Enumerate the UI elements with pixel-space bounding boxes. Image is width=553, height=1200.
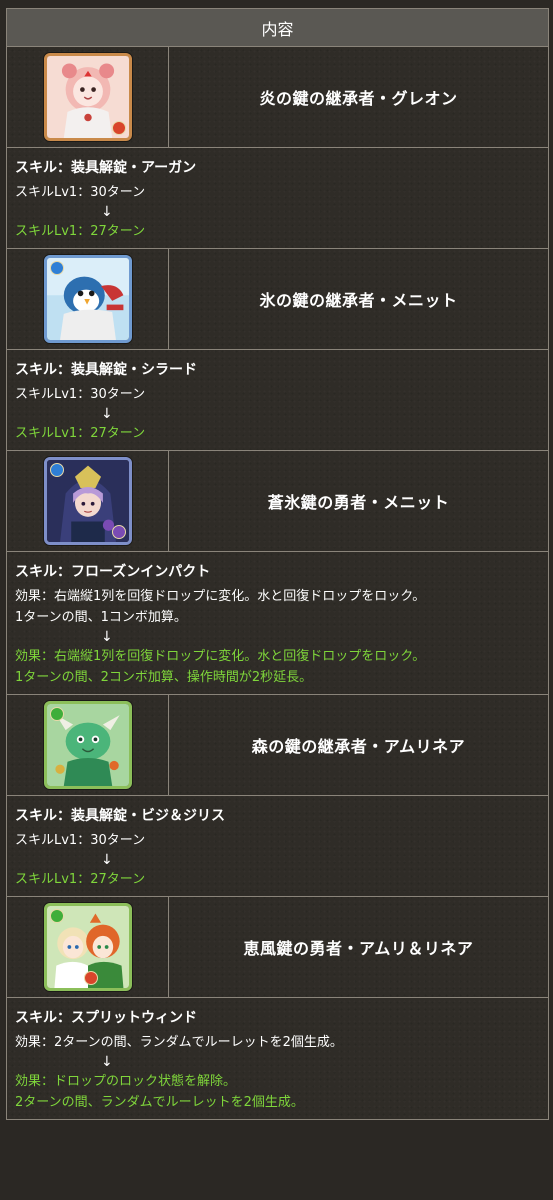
character-name: 恵風鍵の勇者・アムリ＆リネア	[243, 939, 474, 958]
wood-attribute-icon	[49, 909, 64, 923]
wood-fire-twins-portrait-icon[interactable]	[43, 903, 132, 991]
icon-cell	[7, 249, 169, 349]
character-name: 森の鍵の継承者・アムリネア	[251, 737, 466, 756]
fire-lion-portrait-icon[interactable]	[43, 53, 132, 141]
skill-change-table: 内容 炎の鍵の継承者・グレオン スキル：装具解錠・アーガン スキルLv1：30タ…	[6, 8, 549, 1120]
skill-after: 2ターンの間、ランダムでルーレットを2個生成。	[15, 1095, 304, 1110]
character-row: 森の鍵の継承者・アムリネア	[7, 695, 548, 796]
change-arrow: ↓	[101, 852, 113, 868]
character-name: 氷の鍵の継承者・メニット	[259, 291, 458, 310]
character-row: 蒼氷鍵の勇者・メニット	[7, 451, 548, 552]
character-row: 炎の鍵の継承者・グレオン	[7, 47, 548, 148]
icon-cell	[7, 897, 169, 997]
skill-before: 1ターンの間、1コンボ加算。	[15, 610, 187, 625]
header-title: 内容	[261, 19, 294, 39]
table-header: 内容	[7, 9, 548, 47]
change-arrow: ↓	[101, 1054, 113, 1070]
character-row: 恵風鍵の勇者・アムリ＆リネア	[7, 897, 548, 998]
skill-title: スキル：装具解錠・ビジ＆ジリス	[15, 808, 225, 824]
skill-after: スキルLv1：27ターン	[15, 872, 146, 887]
character-row: 氷の鍵の継承者・メニット	[7, 249, 548, 350]
icon-cell	[7, 695, 169, 795]
skill-title: スキル：装具解錠・アーガン	[15, 160, 197, 176]
icon-cell	[7, 451, 169, 551]
skill-block: スキル：装具解錠・ビジ＆ジリス スキルLv1：30ターン ↓ スキルLv1：27…	[7, 796, 548, 897]
wood-dragon-portrait-icon[interactable]	[43, 701, 132, 789]
fire-attribute-icon	[83, 971, 98, 985]
skill-block: スキル：スプリットウィンド 効果：2ターンの間、ランダムでルーレットを2個生成。…	[7, 998, 548, 1119]
water-dark-hero-portrait-icon[interactable]	[43, 457, 132, 545]
water-attribute-icon	[49, 463, 64, 477]
skill-before: 効果：2ターンの間、ランダムでルーレットを2個生成。	[15, 1035, 343, 1050]
character-name: 蒼氷鍵の勇者・メニット	[267, 493, 450, 512]
skill-title: スキル：スプリットウィンド	[15, 1010, 197, 1026]
water-penguin-portrait-icon[interactable]	[43, 255, 132, 343]
skill-before: スキルLv1：30ターン	[15, 185, 146, 200]
character-name: 炎の鍵の継承者・グレオン	[259, 89, 458, 108]
skill-after: スキルLv1：27ターン	[15, 224, 146, 239]
dark-attribute-icon	[111, 525, 126, 539]
icon-cell	[7, 47, 169, 147]
skill-block: スキル：装具解錠・シラード スキルLv1：30ターン ↓ スキルLv1：27ター…	[7, 350, 548, 451]
skill-before: 効果：右端縦1列を回復ドロップに変化。水と回復ドロップをロック。	[15, 589, 426, 604]
skill-title: スキル：装具解錠・シラード	[15, 362, 197, 378]
skill-before: スキルLv1：30ターン	[15, 833, 146, 848]
change-arrow: ↓	[101, 629, 113, 645]
skill-before: スキルLv1：30ターン	[15, 387, 146, 402]
skill-block: スキル：フローズンインパクト 効果：右端縦1列を回復ドロップに変化。水と回復ドロ…	[7, 552, 548, 695]
skill-after: 1ターンの間、2コンボ加算、操作時間が2秒延長。	[15, 670, 313, 685]
fire-attribute-icon	[111, 121, 126, 135]
skill-block: スキル：装具解錠・アーガン スキルLv1：30ターン ↓ スキルLv1：27ター…	[7, 148, 548, 249]
change-arrow: ↓	[101, 406, 113, 422]
wood-attribute-icon	[49, 707, 64, 721]
skill-title: スキル：フローズンインパクト	[15, 564, 211, 580]
water-attribute-icon	[49, 261, 64, 275]
skill-after: スキルLv1：27ターン	[15, 426, 146, 441]
skill-after: 効果：右端縦1列を回復ドロップに変化。水と回復ドロップをロック。	[15, 649, 426, 664]
change-arrow: ↓	[101, 204, 113, 220]
skill-after: 効果：ドロップのロック状態を解除。	[15, 1074, 237, 1089]
